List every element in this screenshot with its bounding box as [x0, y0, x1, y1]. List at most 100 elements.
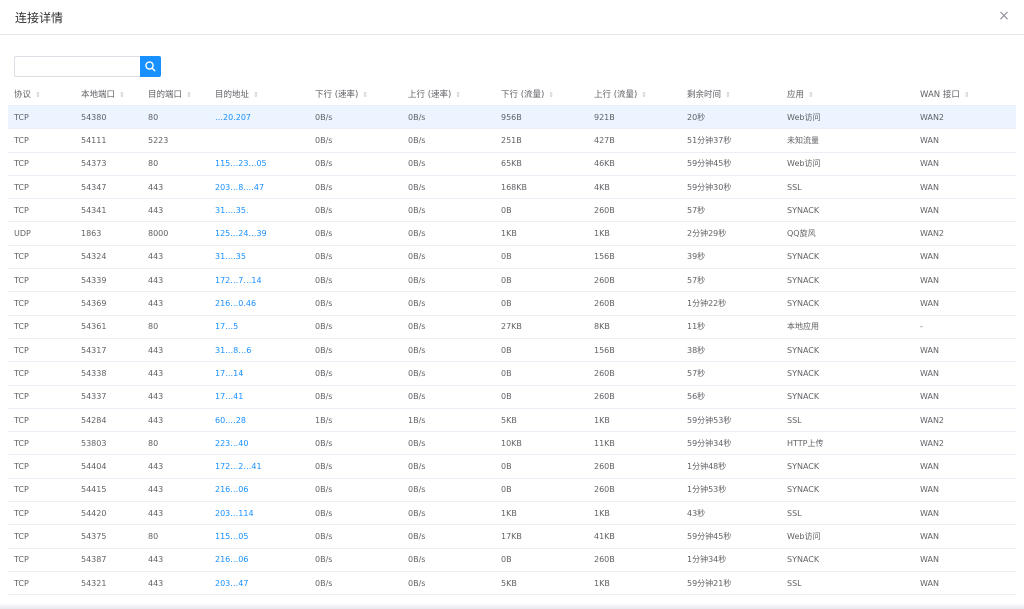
table-cell: 0B/s: [309, 385, 402, 409]
table-cell: TCP: [8, 385, 75, 409]
table-cell: 1KB: [495, 221, 588, 246]
table-cell: 31.…35.: [209, 198, 309, 223]
sort-caret-icon[interactable]: ⇕: [186, 91, 192, 99]
table-row[interactable]: TCP 54324 443 31.…35 0B/s 0B/s 0B 156B 39秒 SYNACK…: [8, 245, 1016, 270]
table-cell: 54337: [75, 385, 142, 409]
table-row[interactable]: TCP 54339 443 172…7…14 0B/s 0B/s 0B 260B 57秒 SYNA…: [8, 268, 1016, 293]
table-cell: TCP: [8, 524, 75, 549]
column-header[interactable]: 目的端口 ⇕: [142, 83, 209, 106]
table-cell: …20.207: [209, 105, 309, 130]
table-row[interactable]: TCP 54375 80 115…05 0B/s 0B/s 17KB 41KB 59分钟45秒 W…: [8, 524, 1016, 549]
sort-caret-icon[interactable]: ⇕: [964, 91, 970, 99]
table-cell: -: [914, 315, 1016, 339]
table-row[interactable]: UDP 1863 8000 125…24…39 0B/s 0B/s 1KB 1KB 2分钟29秒…: [8, 221, 1016, 246]
table-row[interactable]: TCP 54337 443 17…41 0B/s 0B/s 0B 260B 56秒 SYNACK W…: [8, 385, 1016, 409]
table-cell: 443: [142, 361, 209, 386]
table-cell: 443: [142, 548, 209, 572]
table-row[interactable]: TCP 54338 443 17…14 0B/s 0B/s 0B 260B 57秒 SYNACK W…: [8, 361, 1016, 386]
table-cell: 54369: [75, 291, 142, 316]
column-header[interactable]: 下行 (速率) ⇕: [309, 83, 402, 106]
table-row[interactable]: TCP 54380 80 …20.207 0B/s 0B/s 956B 921B 20秒 Web访…: [8, 105, 1016, 130]
column-header[interactable]: 剩余时间 ⇕: [681, 83, 781, 106]
table-cell: SYNACK: [781, 268, 914, 293]
sort-caret-icon[interactable]: ⇕: [455, 91, 461, 99]
table-cell: WAN2: [914, 105, 1016, 130]
column-header-label: WAN 接口: [920, 90, 960, 100]
column-header[interactable]: 本地端口 ⇕: [75, 83, 142, 106]
table-cell: 0B/s: [402, 548, 495, 572]
table-cell: QQ旋风: [781, 221, 914, 246]
table-cell: TCP: [8, 361, 75, 386]
table-cell: 0B: [495, 268, 588, 293]
table-cell: 223…40: [209, 431, 309, 456]
table-row[interactable]: TCP 54321 443 203…47 0B/s 0B/s 5KB 1KB 59分钟21秒 SS…: [8, 571, 1016, 596]
table-row[interactable]: TCP 54111 5223 0B/s 0B/s 251B 427B 51分钟37秒 未知流量 W…: [8, 128, 1016, 153]
table-row[interactable]: TCP 54369 443 216…0.46 0B/s 0B/s 0B 260B 1分钟22秒 S…: [8, 291, 1016, 316]
table-cell: 41KB: [588, 524, 681, 549]
column-header[interactable]: 上行 (速率) ⇕: [402, 83, 495, 106]
table-cell: 80: [142, 315, 209, 339]
table-row[interactable]: TCP 54404 443 172…2…41 0B/s 0B/s 0B 260B 1分钟48秒 S…: [8, 454, 1016, 479]
table-cell: 172…7…14: [209, 268, 309, 293]
table-cell: TCP: [8, 548, 75, 572]
table-cell: 0B: [495, 338, 588, 363]
search-button[interactable]: [140, 56, 161, 77]
table-cell: TCP: [8, 152, 75, 176]
sort-caret-icon[interactable]: ⇕: [808, 91, 814, 99]
table-row[interactable]: TCP 53803 80 223…40 0B/s 0B/s 10KB 11KB 59分钟34秒 H…: [8, 431, 1016, 456]
sort-caret-icon[interactable]: ⇕: [362, 91, 368, 99]
table-cell: 260B: [588, 361, 681, 386]
table-cell: TCP: [8, 338, 75, 363]
table-row[interactable]: TCP 54415 443 216…06 0B/s 0B/s 0B 260B 1分钟53秒 SYN…: [8, 478, 1016, 503]
close-icon[interactable]: ×: [996, 8, 1012, 24]
table-cell: SYNACK: [781, 454, 914, 479]
table-cell: 0B: [495, 548, 588, 572]
column-header[interactable]: 目的地址 ⇕: [209, 83, 309, 106]
table-row[interactable]: TCP 54284 443 60.…28 1B/s 1B/s 5KB 1KB 59分钟53秒 SS…: [8, 408, 1016, 433]
table-row[interactable]: TCP 54347 443 203…8.…47 0B/s 0B/s 168KB 4KB 59分钟…: [8, 175, 1016, 200]
table-cell: WAN: [914, 361, 1016, 386]
table-cell: 4KB: [588, 175, 681, 200]
table-cell: 156B: [588, 245, 681, 270]
column-header[interactable]: 下行 (流量) ⇕: [495, 83, 588, 106]
column-header-label: 目的端口: [148, 90, 183, 100]
table-row[interactable]: TCP 54317 443 31…8…6 0B/s 0B/s 0B 156B 38秒 SYNACK…: [8, 338, 1016, 363]
table-cell: 51分钟37秒: [681, 128, 781, 153]
table-cell: 5KB: [495, 571, 588, 596]
column-header[interactable]: WAN 接口 ⇕: [914, 83, 1016, 106]
sort-caret-icon[interactable]: ⇕: [725, 91, 731, 99]
table-cell: 0B/s: [402, 385, 495, 409]
sort-caret-icon[interactable]: ⇕: [119, 91, 125, 99]
table-cell: 1B/s: [402, 408, 495, 433]
table-cell: WAN: [914, 524, 1016, 549]
table-cell: 0B/s: [309, 245, 402, 270]
table-cell: 0B/s: [402, 361, 495, 386]
table-cell: 0B/s: [309, 431, 402, 456]
table-row[interactable]: TCP 54373 80 115…23…05 0B/s 0B/s 65KB 46KB 59分钟4…: [8, 152, 1016, 176]
column-header-label: 目的地址: [215, 90, 250, 100]
table-row[interactable]: TCP 54341 443 31.…35. 0B/s 0B/s 0B 260B 57秒 SYNAC…: [8, 198, 1016, 223]
sort-caret-icon[interactable]: ⇕: [641, 91, 647, 99]
table-cell: SSL: [781, 571, 914, 596]
column-header[interactable]: 上行 (流量) ⇕: [588, 83, 681, 106]
table-cell: 0B/s: [402, 152, 495, 176]
table-row[interactable]: TCP 54420 443 203…114 0B/s 0B/s 1KB 1KB 43秒 SSL WA…: [8, 501, 1016, 526]
sort-caret-icon[interactable]: ⇕: [35, 91, 41, 99]
table-cell: 31.…35: [209, 245, 309, 270]
column-header[interactable]: 协议 ⇕: [8, 83, 75, 106]
table-cell: 38秒: [681, 338, 781, 363]
search-input[interactable]: [14, 56, 140, 77]
table-cell: 1KB: [588, 221, 681, 246]
table-cell: TCP: [8, 291, 75, 316]
sort-caret-icon[interactable]: ⇕: [548, 91, 554, 99]
table-cell: 0B/s: [402, 105, 495, 130]
table-cell: 0B/s: [402, 245, 495, 270]
column-header[interactable]: 应用 ⇕: [781, 83, 914, 106]
table-row[interactable]: TCP 54361 80 17…5 0B/s 0B/s 27KB 8KB 11秒 本地应用 -: [8, 315, 1016, 339]
table-cell: 59分钟34秒: [681, 431, 781, 456]
connections-table-container[interactable]: 协议 ⇕ 本地端口 ⇕ 目的端口 ⇕ 目的地址 ⇕ 下行 (速率) ⇕ 上行 (速率) ⇕ 下行 (流量…: [8, 83, 1016, 609]
sort-caret-icon[interactable]: ⇕: [253, 91, 259, 99]
table-cell: WAN: [914, 245, 1016, 270]
table-row[interactable]: TCP 54387 443 216…06 0B/s 0B/s 0B 260B 1分钟34秒 SYN…: [8, 548, 1016, 572]
table-cell: 5223: [142, 128, 209, 153]
